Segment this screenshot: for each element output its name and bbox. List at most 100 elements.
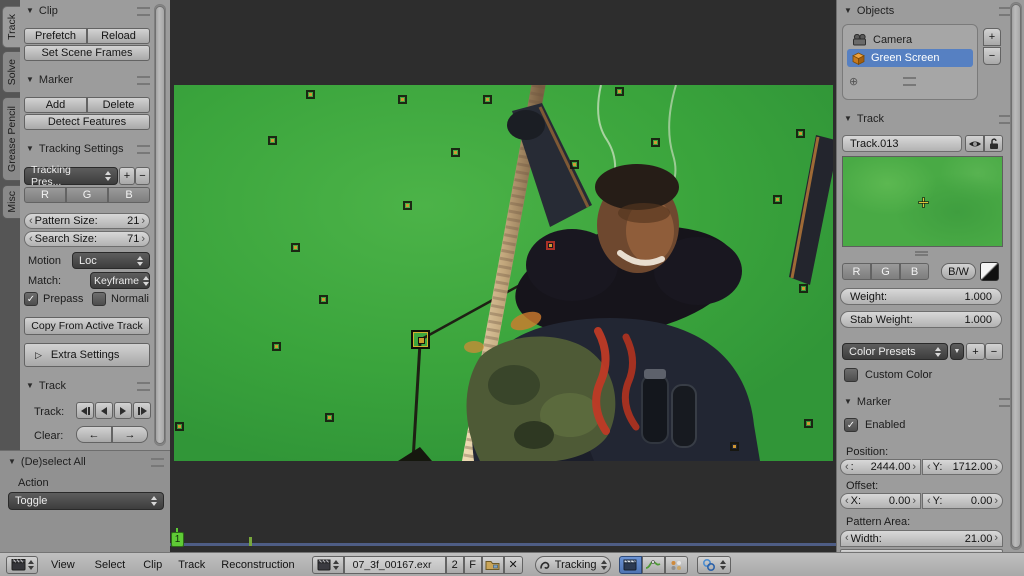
panel-header-marker-props[interactable]: ▼ Marker [844,395,1012,409]
track-backwards-button[interactable] [95,402,113,419]
track-hide-toggle[interactable] [965,135,984,152]
clear-before-button[interactable]: ← [76,426,112,443]
object-add-button[interactable]: + [983,28,1001,46]
view-graph-toggle[interactable] [641,555,665,574]
panel-header-marker[interactable]: ▼ Marker [26,73,150,87]
tracking-marker[interactable] [272,342,281,351]
checkbox-icon[interactable] [844,368,858,382]
panel-header-track-props[interactable]: ▼ Track [844,112,1012,126]
checkbox-checked-icon[interactable]: ✓ [24,292,38,306]
object-row-camera[interactable]: Camera [847,31,973,49]
track-channel-g[interactable]: G [871,263,900,280]
tracking-marker[interactable] [796,129,805,138]
tab-misc[interactable]: Misc [2,185,20,219]
add-object-icon[interactable]: ⊕ [849,75,858,88]
offset-x-field[interactable]: ‹ X: 0.00 › [840,493,921,509]
tab-solve[interactable]: Solve [2,51,20,93]
pattern-width-field[interactable]: ‹ Width: 21.00 › [840,530,1003,547]
object-row-green-screen[interactable]: Green Screen [847,49,973,67]
decrement-icon[interactable]: ‹ [845,533,849,544]
pivot-point-dropdown[interactable] [696,555,731,574]
track-name-field[interactable]: Track.013 [842,135,962,152]
extra-settings-expander[interactable]: ▷ Extra Settings [24,343,150,367]
tracking-marker[interactable] [804,419,813,428]
tracking-marker[interactable] [773,195,782,204]
tracking-marker-disabled[interactable] [546,241,555,250]
contrast-swatch-button[interactable] [980,262,999,281]
position-y-field[interactable]: ‹ Y: 1712.00 › [922,459,1003,475]
offset-y-field[interactable]: ‹ Y: 0.00 › [922,493,1003,509]
preset-add-button-right[interactable]: + [966,343,985,360]
tracking-marker[interactable] [651,138,660,147]
grayscale-toggle[interactable]: B/W [941,263,976,280]
tracking-marker[interactable] [319,295,328,304]
panel-grip-icon[interactable] [151,457,164,467]
view-dopesheet-toggle[interactable] [664,555,688,574]
list-grip-icon[interactable] [903,77,917,86]
selected-tracking-marker[interactable] [411,330,430,349]
panel-header-track[interactable]: ▼ Track [26,379,150,393]
unlink-clip-button[interactable]: ✕ [503,555,523,574]
detect-features-button[interactable]: Detect Features [24,114,150,130]
add-marker-button[interactable]: Add [24,97,87,113]
shelf-scrollbar-thumb[interactable] [155,6,165,444]
increment-icon[interactable]: › [994,495,998,507]
editor-type-button[interactable] [6,555,38,574]
channel-r-toggle[interactable]: R [24,187,66,203]
delete-marker-button[interactable]: Delete [87,97,150,113]
panel-header-clip[interactable]: ▼ Clip [26,4,150,18]
tracking-marker[interactable] [268,136,277,145]
increment-icon[interactable]: › [912,461,916,473]
open-clip-button[interactable] [481,555,504,574]
menu-view[interactable]: View [46,553,80,576]
panel-header-tracking-settings[interactable]: ▼ Tracking Settings [26,142,150,156]
track-forwards-button[interactable] [114,402,132,419]
stab-weight-slider[interactable]: Stab Weight: 1.000 [840,311,1002,328]
panel-grip-icon[interactable] [137,381,150,391]
tracking-preset-dropdown[interactable]: Tracking Pres... [24,164,118,188]
decrement-icon[interactable]: ‹ [927,461,931,473]
prefetch-button[interactable]: Prefetch [24,28,87,44]
decrement-icon[interactable]: ‹ [845,495,849,507]
clip-datablock-dropdown[interactable] [311,555,344,574]
clip-name-field[interactable]: 07_3f_00167.exr [343,555,446,574]
tracking-marker[interactable] [730,442,739,451]
decrement-icon[interactable]: ‹ [29,215,33,227]
prepass-checkbox[interactable]: ✓ Prepass [24,292,83,306]
track-channel-r[interactable]: R [842,263,871,280]
menu-reconstruction[interactable]: Reconstruction [216,553,299,576]
fake-user-button[interactable]: F [463,555,482,574]
panel-grip-icon[interactable] [137,6,150,16]
tracking-marker[interactable] [325,413,334,422]
tracking-marker[interactable] [451,148,460,157]
menu-clip[interactable]: Clip [138,553,167,576]
checkbox-checked-icon[interactable]: ✓ [844,418,858,432]
normalize-checkbox[interactable]: Normali [92,292,150,306]
preset-remove-button[interactable]: − [135,167,150,185]
enabled-checkbox[interactable]: ✓ Enabled [844,418,905,432]
search-size-field[interactable]: ‹ Search Size: 71 › [24,231,150,247]
custom-color-checkbox[interactable]: Custom Color [844,368,932,382]
set-scene-frames-button[interactable]: Set Scene Frames [24,45,150,61]
tracking-marker[interactable] [570,160,579,169]
increment-icon[interactable]: › [141,233,145,245]
tracking-marker[interactable] [306,90,315,99]
preset-remove-button-right[interactable]: − [985,343,1003,360]
reload-button[interactable]: Reload [87,28,150,44]
object-remove-button[interactable]: − [983,47,1001,65]
clip-users-button[interactable]: 2 [445,555,464,574]
track-preview[interactable] [842,156,1003,247]
menu-select[interactable]: Select [90,553,131,576]
track-forwards-sequence-button[interactable] [133,402,151,419]
panel-header-deselect-all[interactable]: ▼ (De)select All [8,455,164,469]
tracking-marker[interactable] [799,284,808,293]
track-backwards-sequence-button[interactable] [76,402,94,419]
checkbox-icon[interactable] [92,292,106,306]
decrement-icon[interactable]: ‹ [927,495,931,507]
track-channel-b[interactable]: B [900,263,929,280]
channel-g-toggle[interactable]: G [66,187,108,203]
increment-icon[interactable]: › [141,215,145,227]
tracking-marker[interactable] [175,422,184,431]
increment-icon[interactable]: › [994,461,998,473]
tracking-marker[interactable] [615,87,624,96]
